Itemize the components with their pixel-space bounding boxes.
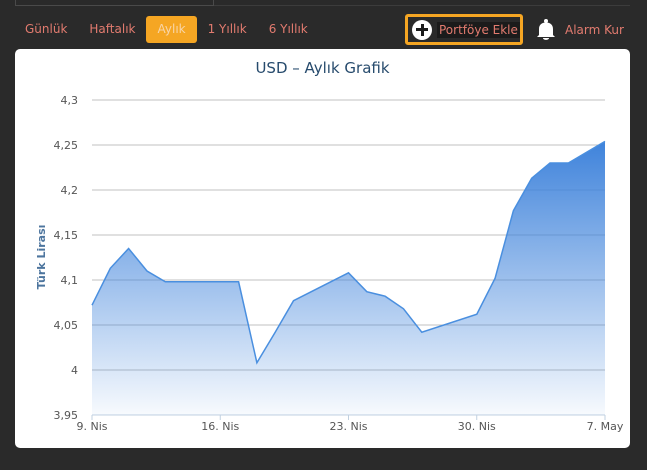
- add-to-portfolio-label: Portföye Ekle: [437, 21, 520, 38]
- area-fill: [92, 141, 605, 415]
- y-tick-label: 4,15: [54, 229, 79, 242]
- y-tick-label: 4,1: [61, 274, 79, 287]
- period-tabs: Günlük Haftalık Aylık 1 Yıllık 6 Yıllık: [15, 16, 319, 43]
- set-alarm-label: Alarm Kur: [565, 22, 624, 37]
- tab-monthly[interactable]: Aylık: [146, 16, 197, 43]
- y-tick-label: 4,3: [61, 94, 79, 107]
- tab-1-year[interactable]: 1 Yıllık: [197, 16, 258, 43]
- y-axis-label: Türk Lirası: [35, 225, 48, 290]
- y-tick-label: 3,95: [54, 409, 79, 422]
- tab-6-year[interactable]: 6 Yıllık: [258, 16, 319, 43]
- tab-daily[interactable]: Günlük: [15, 16, 78, 43]
- y-tick-label: 4,25: [54, 139, 79, 152]
- x-tick-label: 9. Nis: [76, 420, 107, 433]
- set-alarm-button[interactable]: Alarm Kur: [535, 16, 624, 43]
- y-axis-ticks: 3,95 4 4,05 4,1 4,15 4,2 4,25 4,3: [54, 94, 79, 422]
- x-tick-label: 7. May: [587, 420, 624, 433]
- plus-circle-icon: [412, 19, 432, 40]
- top-divider: [214, 5, 630, 6]
- tab-weekly[interactable]: Haftalık: [78, 16, 146, 43]
- x-tick-label: 30. Nis: [458, 420, 496, 433]
- top-frame-border: [15, 0, 214, 6]
- usd-monthly-chart: 3,95 4 4,05 4,1 4,15 4,2 4,25 4,3 9. Nis 16. Nis…: [35, 94, 624, 433]
- chart-title: USD – Aylık Grafik: [255, 59, 390, 77]
- y-tick-label: 4,05: [54, 319, 79, 332]
- y-tick-label: 4: [71, 364, 78, 377]
- x-tick-label: 23. Nis: [329, 420, 367, 433]
- chart-panel: USD – Aylık Grafik 3,95 4 4,05 4,1 4,15 4,2 4,…: [15, 49, 630, 448]
- y-tick-label: 4,2: [61, 184, 79, 197]
- x-axis-ticks: 9. Nis 16. Nis 23. Nis 30. Nis 7. May: [76, 414, 624, 433]
- x-tick-label: 16. Nis: [201, 420, 239, 433]
- bell-icon: [537, 18, 555, 40]
- add-to-portfolio-button[interactable]: Portföye Ekle: [405, 14, 523, 45]
